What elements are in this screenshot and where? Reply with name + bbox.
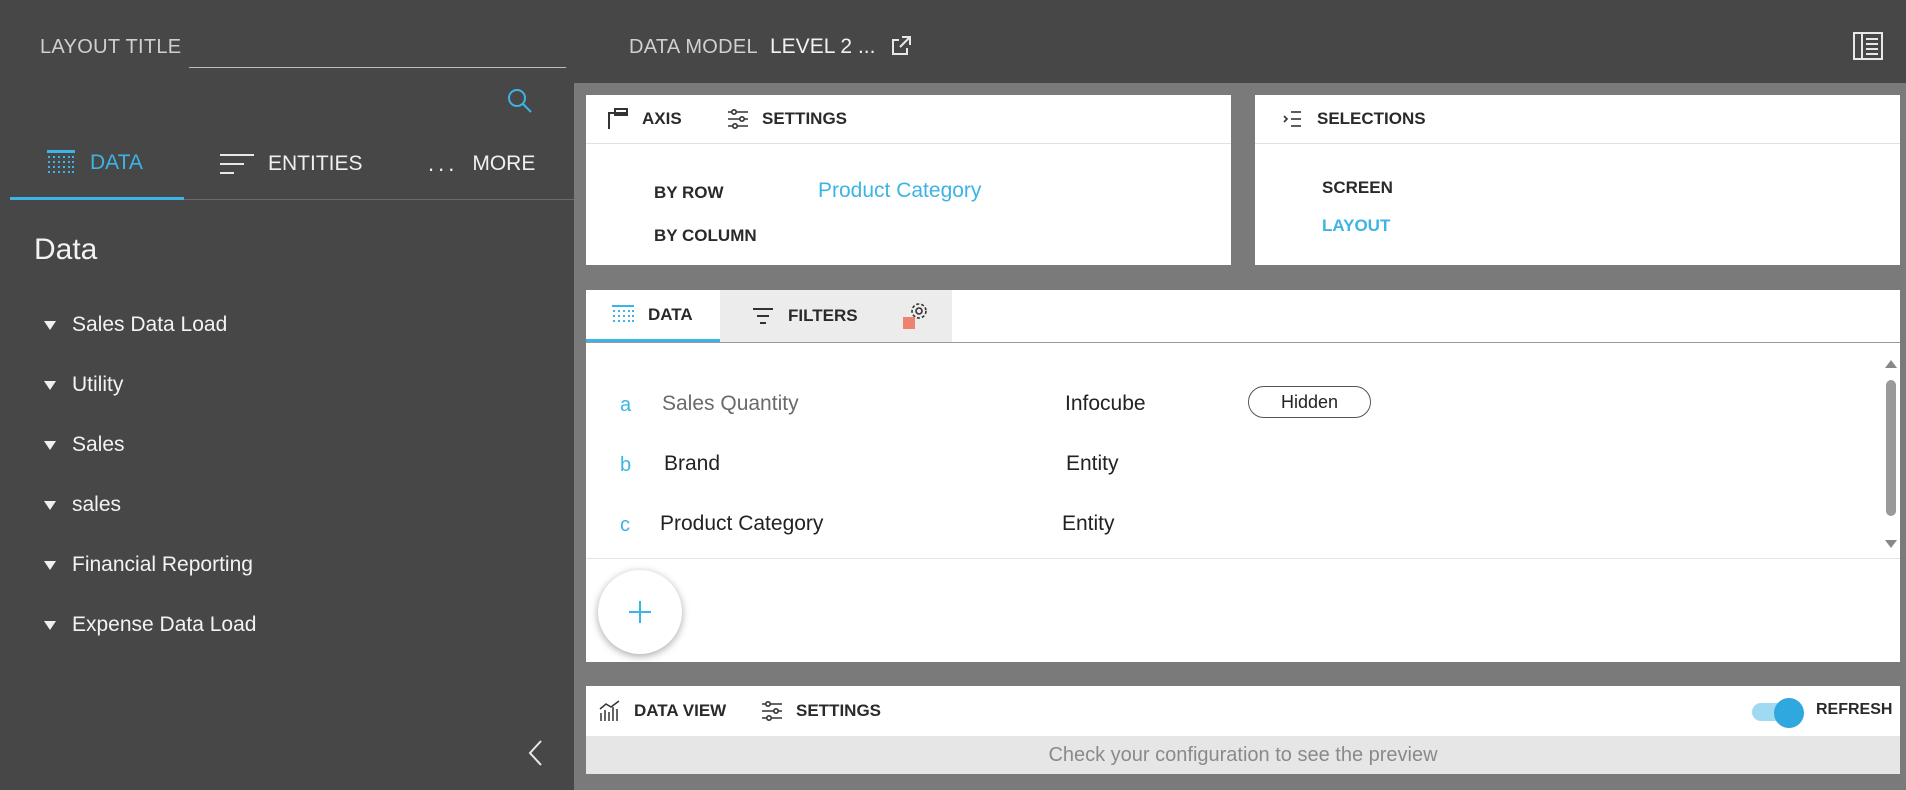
gear-warning-icon [903,303,927,329]
plus-icon [629,601,651,623]
layout-title-label: LAYOUT TITLE [40,36,182,58]
sidebar-heading: Data [34,233,98,266]
row-type: Entity [1062,512,1115,535]
data-view-tab[interactable]: DATA VIEW [598,699,726,723]
preview-settings-tab[interactable]: SETTINGS [760,699,881,723]
row-type: Infocube [1065,392,1146,415]
tree-item-label: Sales Data Load [72,313,228,336]
tab-advanced-settings[interactable] [880,290,952,342]
axis-settings-tab[interactable]: SETTINGS [726,107,847,131]
collapse-sidebar-icon[interactable] [524,737,548,769]
entities-list-icon [220,154,254,174]
tree-item[interactable]: Financial Reporting [44,553,253,577]
screen-option[interactable]: SCREEN [1322,178,1393,198]
tree-item-label: Sales [72,433,125,456]
axis-panel-header: AXIS SETTINGS [586,95,1231,144]
caret-down-icon [44,500,56,510]
data-grid-icon [612,304,634,322]
tab-entities[interactable]: ENTITIES [220,128,363,200]
row-letter: b [620,454,632,476]
preview-panel: DATA VIEW SETTINGS REFRESH Check your co… [586,686,1900,774]
tree-item[interactable]: Expense Data Load [44,613,256,637]
tree-item[interactable]: Sales [44,433,125,457]
tree-item-label: Utility [72,373,124,396]
scroll-thumb[interactable] [1886,380,1896,516]
row-name: Sales Quantity [662,392,799,415]
scroll-down-icon[interactable] [1885,540,1897,548]
caret-down-icon [44,320,56,330]
preview-message: Check your configuration to see the prev… [586,736,1900,774]
axis-tab[interactable]: AXIS [606,107,682,131]
add-field-button[interactable] [598,570,682,654]
axis-label: AXIS [642,109,682,128]
tree-item[interactable]: sales [44,493,121,517]
sidebar-tabs: DATA ENTITIES ... MORE [10,128,574,200]
search-icon[interactable] [506,87,534,115]
chart-icon [599,700,620,721]
data-model-label: DATA MODEL [629,36,758,58]
open-external-icon[interactable] [889,34,913,58]
caret-down-icon [44,440,56,450]
scroll-up-icon[interactable] [1885,360,1897,368]
table-row[interactable]: b Brand Entity [586,438,1870,490]
row-name: Product Category [660,512,824,535]
data-panel: DATA FILTERS a Sales Quantity Infocube H… [586,290,1900,662]
by-row-label: BY ROW [654,183,724,202]
tab-filters-label: FILTERS [788,306,858,325]
table-row[interactable]: c Product Category Entity [586,498,1870,550]
row-letter: c [620,514,630,536]
axis-panel: AXIS SETTINGS BY ROW Product Category BY… [586,95,1231,265]
tree-item[interactable]: Utility [44,373,123,397]
tab-more-label: MORE [472,152,536,175]
selections-tab[interactable]: SELECTIONS [1281,107,1426,131]
tree-item-label: Expense Data Load [72,613,257,636]
data-grid-icon [47,149,75,173]
data-view-label: DATA VIEW [634,701,727,720]
data-panel-tabs: DATA FILTERS [586,290,1900,343]
axis-settings-label: SETTINGS [762,109,848,128]
tab-data[interactable]: DATA [10,128,184,200]
selections-panel-header: SELECTIONS [1255,95,1900,144]
tree-item[interactable]: Sales Data Load [44,313,227,337]
caret-down-icon [44,380,56,390]
hidden-badge[interactable]: Hidden [1248,386,1371,418]
filter-icon [753,308,773,324]
caret-down-icon [44,620,56,630]
selections-label: SELECTIONS [1317,109,1426,128]
layout-panel-icon[interactable] [1852,30,1884,62]
refresh-label: REFRESH [1816,701,1893,718]
layout-option[interactable]: LAYOUT [1322,216,1390,236]
preview-settings-label: SETTINGS [796,701,882,720]
divider [586,558,1900,559]
layout-title-input[interactable] [189,28,566,68]
tab-more[interactable]: ... MORE [428,128,535,200]
caret-down-icon [44,560,56,570]
tab-data-fields-label: DATA [648,304,693,324]
row-type: Entity [1066,452,1119,475]
row-letter: a [620,394,632,416]
tab-filters[interactable]: FILTERS [720,290,880,342]
selections-icon [1283,111,1301,127]
table-row[interactable]: a Sales Quantity Infocube Hidden [586,378,1870,430]
tab-entities-label: ENTITIES [268,152,363,175]
toggle-knob [1774,698,1804,728]
scrollbar[interactable] [1884,360,1898,550]
refresh-toggle[interactable] [1752,698,1804,728]
tab-data-label: DATA [90,150,143,174]
by-row-value[interactable]: Product Category [818,179,981,203]
more-dots-icon: ... [428,151,459,176]
sidebar: DATA ENTITIES ... MORE Data Sales Data L… [0,83,574,790]
tab-data-fields[interactable]: DATA [586,290,720,342]
selections-panel: SELECTIONS SCREEN LAYOUT [1255,95,1900,265]
top-bar: LAYOUT TITLE DATA MODEL LEVEL 2 ... [0,0,1906,83]
by-column-label: BY COLUMN [654,226,757,245]
data-model-value[interactable]: LEVEL 2 ... [770,35,875,59]
sliders-icon [728,108,748,129]
row-name: Brand [664,452,721,475]
tree-item-label: Financial Reporting [72,553,253,576]
axis-icon [608,108,628,129]
sliders-icon [762,700,782,721]
tree-item-label: sales [72,493,122,516]
